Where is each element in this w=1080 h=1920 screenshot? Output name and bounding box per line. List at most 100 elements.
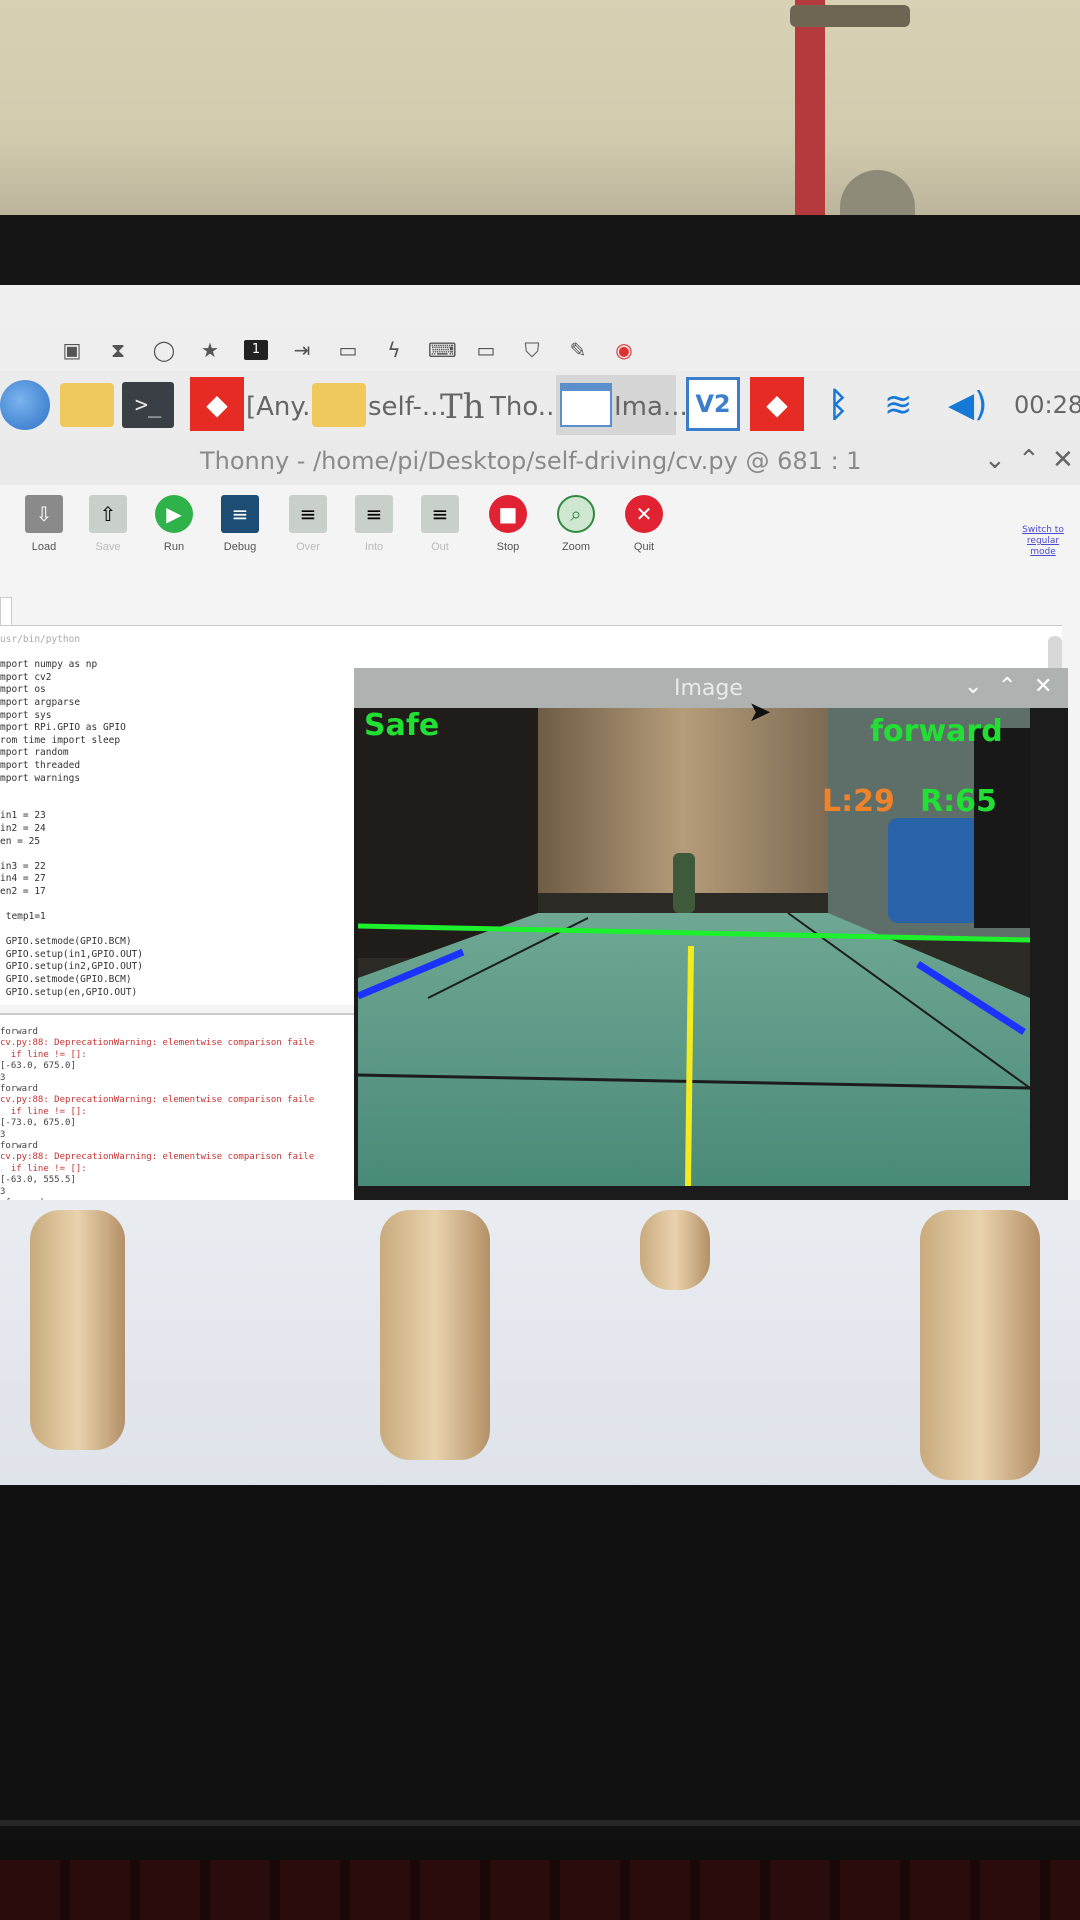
wallpaper-leg	[640, 1210, 710, 1290]
step-over-label: Over	[296, 541, 320, 553]
code-line: mport cv2	[0, 671, 52, 683]
pen-icon[interactable]: ✎	[566, 338, 590, 362]
run-icon: ▶	[155, 495, 193, 533]
bluetooth-icon[interactable]: ᛒ	[828, 377, 848, 433]
volume-icon[interactable]: ◀)	[948, 377, 987, 433]
save-icon: ⇧	[89, 495, 127, 533]
maximize-icon[interactable]: ⌃	[1018, 445, 1040, 475]
shell-line: 3	[0, 1072, 6, 1083]
record-icon[interactable]: ◉	[612, 338, 636, 362]
wifi-icon[interactable]: ≋	[884, 377, 913, 433]
wallpaper-leg	[30, 1210, 125, 1450]
minimize-icon[interactable]: ⌄	[984, 445, 1006, 475]
stop-button[interactable]: ■ Stop	[478, 495, 538, 553]
taskbar-item-self-driving[interactable]: self-...	[368, 385, 447, 429]
zoom-button[interactable]: ⌕ Zoom	[546, 495, 606, 553]
keyboard-icon[interactable]: ⌨	[428, 338, 457, 362]
code-line: mport random	[0, 747, 69, 759]
mouse-icon[interactable]: ◯	[152, 338, 176, 362]
blue-bucket	[888, 818, 983, 923]
taskbar: >_ ◆ [Any... self-... Th Tho... Ima... V…	[0, 371, 1080, 439]
run-button[interactable]: ▶ Run	[144, 495, 204, 553]
room-pole	[795, 0, 825, 225]
anydesk-tray-icon[interactable]: ◆	[750, 377, 804, 431]
anydesk-icon[interactable]: ◆	[190, 377, 244, 431]
web-browser-icon[interactable]	[0, 380, 50, 430]
folder-icon[interactable]	[312, 383, 366, 427]
step-into-button[interactable]: ≡ Into	[344, 495, 404, 553]
file-transfer-icon[interactable]: ⇥	[290, 338, 314, 362]
file-manager-icon[interactable]	[60, 383, 114, 427]
load-icon: ⇩	[25, 495, 63, 533]
shell-line: [-63.0, 555.5]	[0, 1175, 76, 1186]
code-line: mport RPi.GPIO as GPIO	[0, 722, 126, 734]
image-titlebar[interactable]: Image ⌄ ⌃ ✕	[354, 668, 1068, 708]
quit-label: Quit	[633, 541, 655, 553]
code-line: mport sys	[0, 709, 52, 721]
code-line: mport argparse	[0, 696, 81, 708]
image-close-icon[interactable]: ✕	[1034, 674, 1052, 699]
step-out-button[interactable]: ≡ Out	[410, 495, 470, 553]
monitor-icon[interactable]: ▣	[60, 338, 84, 362]
code-line: usr/bin/python	[0, 634, 81, 645]
shell-line: 3	[0, 1129, 6, 1140]
thonny-toolbar: ⇩ Load ⇧ Save ▶ Run ≡ Debug ≡ Over ≡ Int…	[0, 485, 1080, 581]
workspace-one-icon[interactable]: 1	[244, 340, 268, 360]
editor-tab[interactable]	[0, 597, 12, 625]
code-line: mport os	[0, 684, 46, 696]
display-icon[interactable]: ▭	[474, 338, 498, 362]
shell-line: cv.py:88: DeprecationWarning: elementwis…	[0, 1152, 315, 1163]
code-line: GPIO.setup(en,GPIO.OUT)	[0, 986, 138, 998]
shell-line: forward	[0, 1084, 38, 1095]
switch-mode-link[interactable]: Switch to regular mode	[1018, 525, 1068, 558]
hourglass-icon[interactable]: ⧗	[106, 338, 130, 362]
thonny-icon[interactable]: Th	[440, 385, 485, 429]
vnc-icon[interactable]: V2	[686, 377, 740, 431]
desktop-wallpaper	[0, 1200, 1080, 1485]
thonny-titlebar[interactable]: Thonny - /home/pi/Desktop/self-driving/c…	[0, 439, 1080, 485]
left-reading: L:29	[822, 784, 895, 819]
status-text: Safe	[364, 708, 440, 743]
camera-frame: Safe forward L:29 R:65	[358, 708, 1030, 1186]
code-line: in1 = 23	[0, 810, 46, 822]
close-icon[interactable]: ✕	[1052, 445, 1074, 475]
debug-button[interactable]: ≡ Debug	[210, 495, 270, 553]
taskbar-item-thonny[interactable]: Tho...	[490, 385, 563, 429]
shell-line: if line != []:	[0, 1163, 87, 1174]
center-line	[685, 945, 694, 1186]
taskbar-item-image[interactable]: Ima...	[614, 385, 688, 429]
shell-line: forward	[0, 1141, 38, 1152]
clock[interactable]: 00:28	[1014, 377, 1080, 433]
zoom-label: Zoom	[561, 541, 591, 553]
shell-line: [-63.0, 675.0]	[0, 1061, 76, 1072]
code-line: GPIO.setmode(GPIO.BCM)	[0, 974, 132, 986]
quit-button[interactable]: ✕ Quit	[614, 495, 674, 553]
step-over-button[interactable]: ≡ Over	[278, 495, 338, 553]
image-minimize-icon[interactable]: ⌄	[964, 674, 982, 699]
screen: ▣ ⧗ ◯ ★ 1 ⇥ ▭ ϟ ⌨ ▭ ⛉ ✎ ◉ >_ ◆ [Any... s…	[0, 285, 1080, 1485]
chat-icon[interactable]: ▭	[336, 338, 360, 362]
code-line: mport numpy as np	[0, 659, 98, 671]
image-maximize-icon[interactable]: ⌃	[998, 674, 1016, 699]
code-line: in2 = 24	[0, 822, 46, 834]
code-line: GPIO.setup(in2,GPIO.OUT)	[0, 961, 143, 973]
wallpaper-leg	[380, 1210, 490, 1460]
star-icon[interactable]: ★	[198, 338, 222, 362]
code-text: usr/bin/python mport numpy as np mport cv…	[0, 634, 143, 999]
save-label: Save	[95, 541, 121, 553]
thonny-title: Thonny - /home/pi/Desktop/self-driving/c…	[200, 447, 862, 475]
code-line: in4 = 27	[0, 873, 46, 885]
debug-icon: ≡	[221, 495, 259, 533]
load-button[interactable]: ⇩ Load	[14, 495, 74, 553]
code-line: en = 25	[0, 835, 41, 847]
save-button[interactable]: ⇧ Save	[78, 495, 138, 553]
shell-line: 3	[0, 1186, 6, 1197]
lightning-icon[interactable]: ϟ	[382, 338, 406, 362]
dark-cabinet	[358, 708, 538, 958]
shield-icon[interactable]: ⛉	[520, 338, 544, 362]
camera-scene	[358, 708, 1030, 1186]
terminal-icon[interactable]: >_	[122, 382, 174, 428]
direction-text: forward	[870, 714, 1003, 749]
